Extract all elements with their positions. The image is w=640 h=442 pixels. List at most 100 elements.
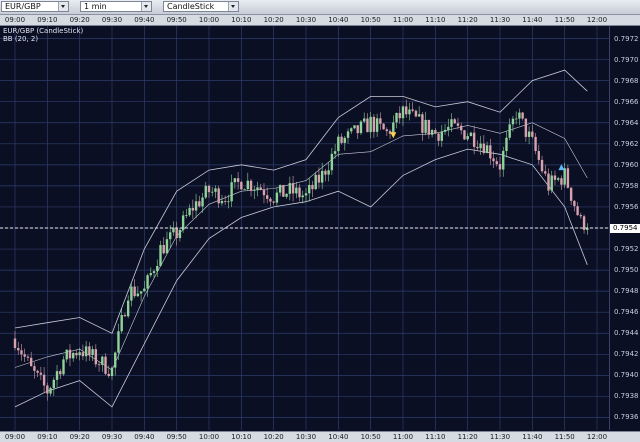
candle-bull xyxy=(447,126,450,130)
candle-bear xyxy=(81,352,85,357)
candle-bull xyxy=(401,106,405,119)
candle-bull xyxy=(143,288,146,292)
candle-bear xyxy=(42,374,46,386)
candle-bear xyxy=(217,188,220,204)
time-label: 11:40 xyxy=(522,16,543,24)
candle-bull xyxy=(211,191,214,193)
candle-bear xyxy=(411,109,414,111)
candle-bear xyxy=(223,201,227,202)
candle-bear xyxy=(317,174,321,183)
candle-bear xyxy=(29,357,33,367)
candle-bear xyxy=(198,201,201,207)
candle-bull xyxy=(392,122,395,134)
candle-bull xyxy=(246,180,249,190)
candle-bull xyxy=(159,244,162,266)
time-label: 10:40 xyxy=(328,16,349,24)
candle-bull xyxy=(518,112,521,119)
candle-bull xyxy=(136,293,140,297)
chart-toolbar: EUR/GBP 1 min CandleStick xyxy=(0,0,640,15)
candle-bear xyxy=(207,185,211,193)
candle-bull xyxy=(327,170,330,175)
candle-bear xyxy=(266,195,269,199)
current-price-tag: 0.7954 xyxy=(610,223,640,233)
time-label: 11:50 xyxy=(554,16,575,24)
candle-bull xyxy=(178,229,182,239)
candle-bear xyxy=(17,347,20,351)
candle-bull xyxy=(120,315,123,332)
time-label: 10:50 xyxy=(360,16,381,24)
candle-bear xyxy=(472,132,476,147)
chevron-down-icon[interactable] xyxy=(228,2,238,11)
candle-bear xyxy=(26,356,30,358)
candle-bull xyxy=(375,118,379,132)
price-label: 0.7942 xyxy=(614,350,639,359)
candle-bear xyxy=(489,145,492,159)
candle-bear xyxy=(372,116,376,132)
candlestick-chart[interactable] xyxy=(0,26,609,430)
chevron-down-icon[interactable] xyxy=(141,2,151,11)
candle-bull xyxy=(149,273,152,276)
candle-bear xyxy=(463,130,466,140)
candle-bear xyxy=(379,118,382,124)
interval-dropdown[interactable]: 1 min xyxy=(80,1,152,12)
candle-bull xyxy=(485,145,489,154)
candle-bull xyxy=(350,128,353,132)
candle-bull xyxy=(84,346,88,357)
candle-bull xyxy=(337,136,340,152)
candle-bull xyxy=(295,187,298,194)
candle-bull xyxy=(443,129,447,132)
candle-bear xyxy=(123,315,127,317)
time-label: 10:10 xyxy=(231,16,252,24)
candle-bear xyxy=(311,184,314,190)
candle-bear xyxy=(566,168,570,188)
candle-bear xyxy=(324,170,327,175)
price-label: 0.7964 xyxy=(614,118,639,127)
candle-bear xyxy=(39,372,43,375)
price-label: 0.7956 xyxy=(614,202,639,211)
chart-type-value: CandleStick xyxy=(167,2,215,11)
symbol-value: EUR/GBP xyxy=(5,2,41,11)
candle-bear xyxy=(579,215,583,217)
candle-bull xyxy=(204,185,207,198)
candle-bull xyxy=(49,388,52,394)
candle-bull xyxy=(363,118,366,122)
candle-bear xyxy=(576,206,579,216)
time-label: 09:10 xyxy=(37,16,58,24)
candle-bear xyxy=(453,119,456,124)
candle-bull xyxy=(117,331,120,353)
candle-bear xyxy=(498,164,502,170)
candle-bull xyxy=(430,130,434,135)
symbol-dropdown[interactable]: EUR/GBP xyxy=(1,1,69,12)
chart-type-dropdown[interactable]: CandleStick xyxy=(163,1,239,12)
candle-bear xyxy=(537,151,540,160)
candle-bull xyxy=(185,215,188,216)
price-label: 0.7948 xyxy=(614,287,639,296)
candle-bear xyxy=(544,171,547,174)
candle-bull xyxy=(353,125,356,129)
candle-bear xyxy=(23,354,26,357)
price-chart[interactable] xyxy=(0,26,609,430)
candle-bear xyxy=(421,114,424,133)
candle-bear xyxy=(236,178,240,182)
candle-bear xyxy=(495,161,498,165)
candle-bull xyxy=(330,153,334,171)
time-label: 11:30 xyxy=(489,16,511,24)
candle-bull xyxy=(502,150,505,170)
candle-bull xyxy=(91,349,94,356)
time-axis-bottom: 09:00 09:10 09:20 09:30 09:40 09:50 10:00 10:10… xyxy=(0,431,640,442)
candle-bull xyxy=(126,300,130,317)
candle-bull xyxy=(55,371,59,380)
candle-bull xyxy=(417,114,421,117)
time-label: 10:30 xyxy=(295,16,317,24)
candle-bull xyxy=(156,265,159,272)
candle-bull xyxy=(110,367,114,376)
candle-bear xyxy=(569,187,573,201)
price-label: 0.7958 xyxy=(614,181,639,190)
time-label: 10:20 xyxy=(263,16,284,24)
price-label: 0.7970 xyxy=(614,55,639,64)
candle-bear xyxy=(272,201,275,203)
chevron-down-icon[interactable] xyxy=(58,2,68,11)
candle-bull xyxy=(256,187,259,190)
candle-bull xyxy=(343,137,346,143)
candle-bear xyxy=(133,286,136,297)
